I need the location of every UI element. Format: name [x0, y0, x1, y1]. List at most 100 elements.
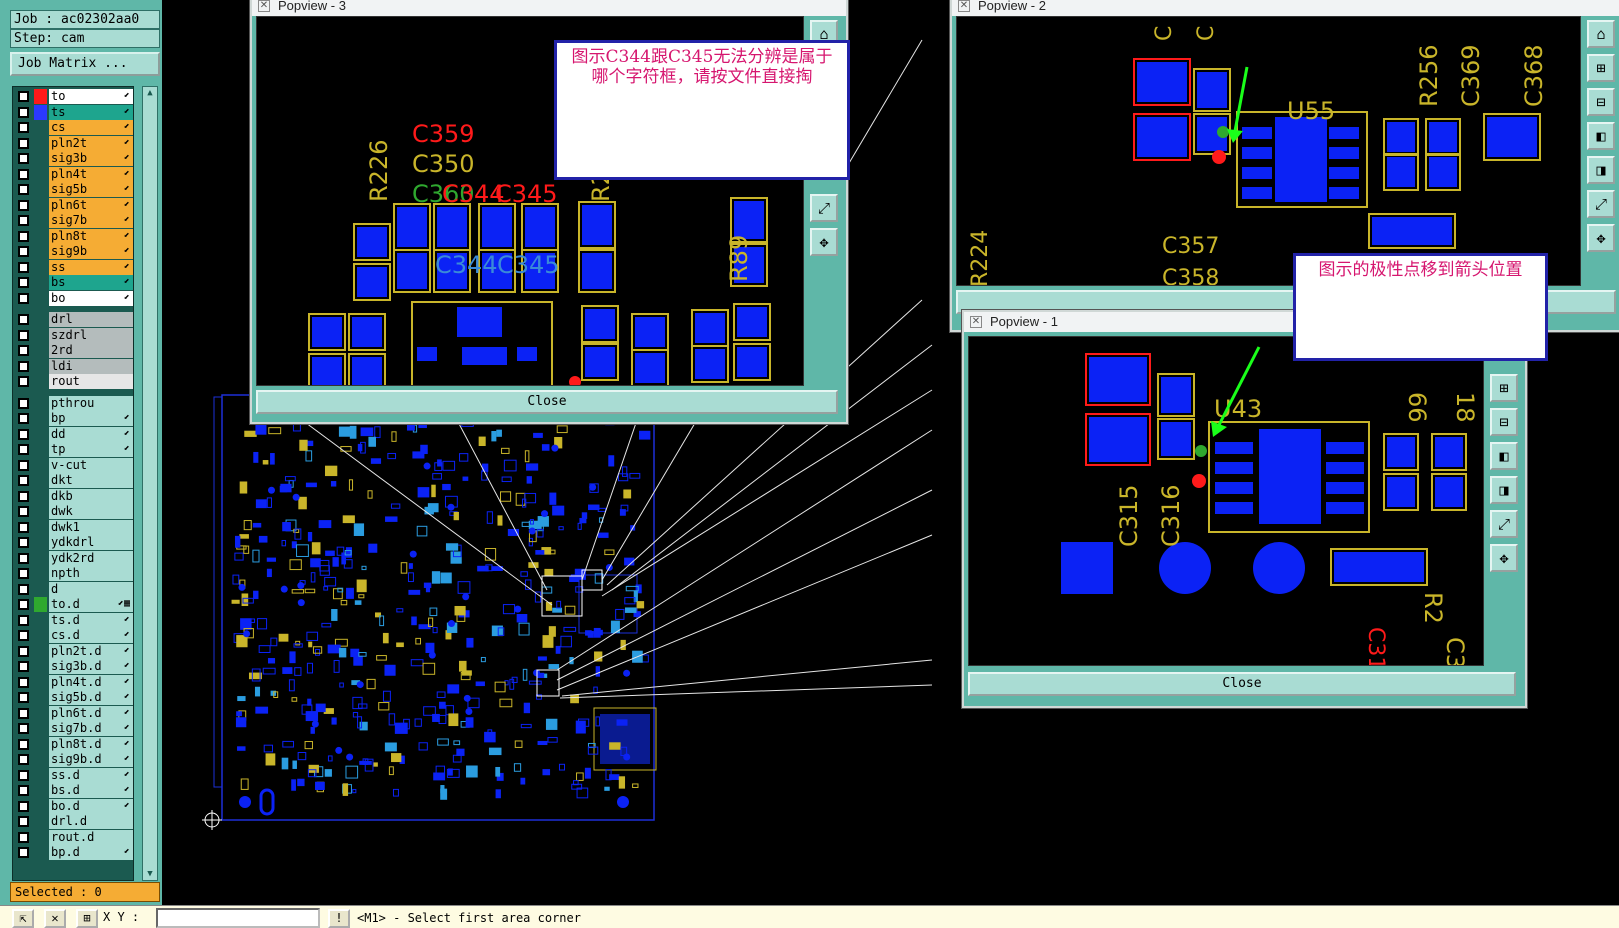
- layer-checkbox[interactable]: [18, 329, 29, 341]
- layer-row[interactable]: to ⬋: [13, 89, 133, 104]
- layer-row[interactable]: v-cut: [13, 457, 133, 473]
- layer-name[interactable]: bs ⬋: [49, 275, 133, 290]
- layer-checkbox[interactable]: [18, 91, 29, 102]
- layer-row[interactable]: npth: [13, 566, 133, 581]
- layer-row[interactable]: sig9b.d ⬋: [13, 752, 133, 767]
- layer-name[interactable]: ss ⬋: [49, 259, 133, 275]
- layer-checkbox[interactable]: [18, 614, 29, 626]
- layer-row[interactable]: sig9b ⬋: [13, 244, 133, 259]
- layer-row[interactable]: 2rd: [13, 343, 133, 358]
- layer-row[interactable]: sig3b.d ⬋: [13, 659, 133, 674]
- layer-checkbox[interactable]: [18, 847, 29, 858]
- layer-row[interactable]: pln2t ⬋: [13, 135, 133, 151]
- pan-icon[interactable]: ✥: [1490, 544, 1518, 572]
- layer-row[interactable]: pln6t ⬋: [13, 197, 133, 213]
- layer-row[interactable]: d: [13, 581, 133, 597]
- layer-row[interactable]: bo ⬋: [13, 290, 133, 306]
- layer-name[interactable]: npth: [49, 566, 133, 581]
- layer-checkbox[interactable]: [18, 292, 29, 304]
- layer-checkbox[interactable]: [18, 707, 29, 719]
- layer-checkbox[interactable]: [18, 568, 29, 579]
- layer-row[interactable]: ss ⬋: [13, 259, 133, 275]
- layer-checkbox[interactable]: [18, 800, 29, 812]
- layer-checkbox[interactable]: [18, 168, 29, 180]
- layer-row[interactable]: pln6t.d ⬋: [13, 705, 133, 721]
- info-icon[interactable]: !: [328, 909, 350, 928]
- layer-name[interactable]: sig7b.d ⬋: [49, 721, 133, 736]
- layer-checkbox[interactable]: [18, 137, 29, 149]
- layer-checkbox[interactable]: [18, 723, 29, 734]
- layer-name[interactable]: d: [49, 581, 133, 597]
- layer-checkbox[interactable]: [18, 246, 29, 257]
- layer-checkbox[interactable]: [18, 506, 29, 517]
- layer-checkbox[interactable]: [18, 397, 29, 409]
- layer-checkbox[interactable]: [18, 537, 29, 548]
- layer-name[interactable]: drl.d: [49, 814, 133, 829]
- layer-row[interactable]: cs.d ⬋: [13, 628, 133, 643]
- layer-row[interactable]: dwk1: [13, 519, 133, 535]
- layer-name[interactable]: sig3b.d ⬋: [49, 659, 133, 674]
- layer-row[interactable]: rout.d: [13, 829, 133, 845]
- layer-row[interactable]: drl: [13, 312, 133, 327]
- layer-name[interactable]: pln6t ⬋: [49, 197, 133, 213]
- select-icon[interactable]: ⇱: [12, 909, 34, 928]
- layer-row[interactable]: pln8t.d ⬋: [13, 736, 133, 752]
- layer-checkbox[interactable]: [18, 475, 29, 486]
- layer-checkbox[interactable]: [18, 360, 29, 372]
- popview-2-titlebar[interactable]: ✕ Popview - 2: [952, 0, 1619, 16]
- grid-icon[interactable]: ⊞: [76, 909, 98, 928]
- layer-name[interactable]: ss.d ⬋: [49, 767, 133, 783]
- layer-name[interactable]: dkb: [49, 488, 133, 504]
- layer-checkbox[interactable]: [18, 277, 29, 288]
- layer-checkbox[interactable]: [18, 459, 29, 471]
- layer-name[interactable]: sig5b.d ⬋: [49, 690, 133, 705]
- layer-name[interactable]: dwk1: [49, 519, 133, 535]
- scroll-up-icon[interactable]: ▲: [145, 88, 155, 98]
- layer-name[interactable]: sig9b.d ⬋: [49, 752, 133, 767]
- layer-name[interactable]: sig7b ⬋: [49, 213, 133, 228]
- layer-name[interactable]: pln8t.d ⬋: [49, 736, 133, 752]
- layer-checkbox[interactable]: [18, 122, 29, 133]
- layer-list-scrollbar[interactable]: ▲ ▼: [142, 86, 158, 881]
- zoom-out-icon[interactable]: ⊟: [1490, 408, 1518, 436]
- layer-name[interactable]: dkt: [49, 473, 133, 488]
- layer-row[interactable]: drl.d: [13, 814, 133, 829]
- layer-name[interactable]: to ⬋: [49, 89, 133, 104]
- layer-name[interactable]: dd ⬋: [49, 426, 133, 442]
- layer-name[interactable]: pln4t ⬋: [49, 166, 133, 182]
- layer-checkbox[interactable]: [18, 376, 29, 387]
- layer-row[interactable]: ss.d ⬋: [13, 767, 133, 783]
- layer-row[interactable]: bp.d ⬋: [13, 845, 133, 860]
- layer-checkbox[interactable]: [18, 428, 29, 440]
- layer-checkbox[interactable]: [18, 261, 29, 273]
- layer-name[interactable]: drl: [49, 312, 133, 327]
- zoom-fit-icon[interactable]: ⤢: [1587, 190, 1615, 218]
- layer-row[interactable]: pln2t.d ⬋: [13, 643, 133, 659]
- popview-1-close-button[interactable]: Close: [968, 672, 1516, 696]
- pan-right-icon[interactable]: ◨: [1587, 156, 1615, 184]
- layer-row[interactable]: bp ⬋: [13, 411, 133, 426]
- layer-row[interactable]: dkt: [13, 473, 133, 488]
- popview-2-canvas[interactable]: U55 R256 C369 C368 C357 C358 R224 C C: [956, 16, 1581, 286]
- layer-name[interactable]: sig5b ⬋: [49, 182, 133, 197]
- layer-row[interactable]: sig7b.d ⬋: [13, 721, 133, 736]
- job-matrix-button[interactable]: Job Matrix ...: [10, 52, 160, 76]
- layer-checkbox[interactable]: [18, 199, 29, 211]
- layer-name[interactable]: bp.d ⬋: [49, 845, 133, 860]
- layer-checkbox[interactable]: [18, 661, 29, 672]
- layer-name[interactable]: ts.d ⬋: [49, 612, 133, 628]
- layer-name[interactable]: pln4t.d ⬋: [49, 674, 133, 690]
- layer-name[interactable]: pln2t ⬋: [49, 135, 133, 151]
- layer-checkbox[interactable]: [18, 583, 29, 595]
- layer-name[interactable]: bs.d ⬋: [49, 783, 133, 798]
- layer-name[interactable]: 2rd: [49, 343, 133, 358]
- layer-checkbox[interactable]: [18, 314, 29, 325]
- layer-checkbox[interactable]: [18, 645, 29, 657]
- layer-row[interactable]: ts.d ⬋: [13, 612, 133, 628]
- layer-checkbox[interactable]: [18, 153, 29, 164]
- layer-row[interactable]: dkb: [13, 488, 133, 504]
- popview-1-canvas[interactable]: U43 C315 C316 C313 66 18 R2 C31: [968, 336, 1484, 666]
- zoom-out-icon[interactable]: ⊟: [1587, 88, 1615, 116]
- scroll-down-icon[interactable]: ▼: [145, 869, 155, 879]
- layer-name[interactable]: szdrl: [49, 327, 133, 343]
